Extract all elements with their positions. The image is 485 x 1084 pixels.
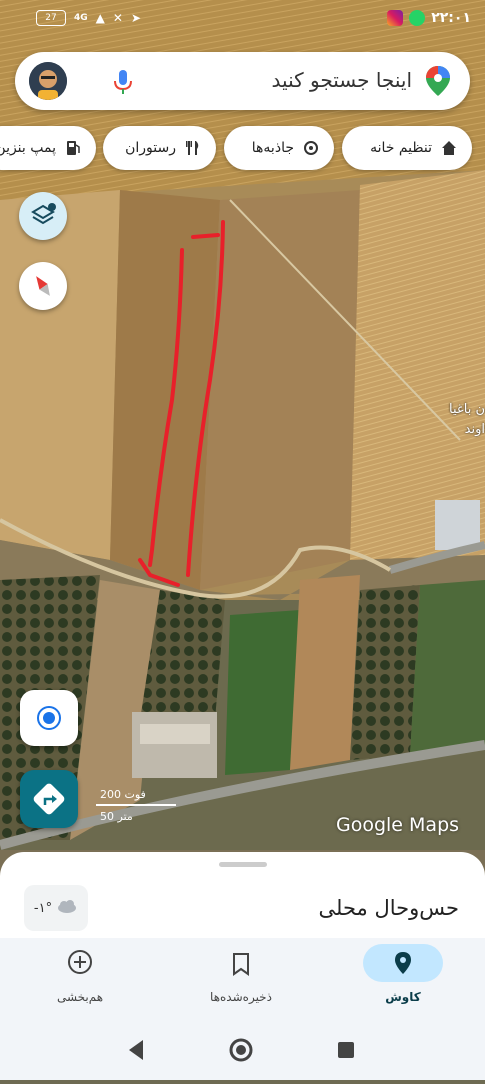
network-indicator: 4G xyxy=(74,13,88,23)
back-icon[interactable] xyxy=(129,1040,143,1060)
search-bar[interactable]: اینجا جستجو کنید xyxy=(15,52,470,110)
my-location-icon xyxy=(37,706,61,730)
chip-gas-station[interactable]: پمپ بنزین xyxy=(0,126,96,170)
nav-active-indicator xyxy=(363,944,443,982)
chip-attractions[interactable]: جاذبه‌ها xyxy=(224,126,334,170)
instagram-icon xyxy=(387,10,404,26)
home-button-icon[interactable] xyxy=(229,1038,253,1062)
place-label-line2: اوند xyxy=(464,422,485,437)
bookmark-icon xyxy=(233,953,249,976)
chip-restaurants[interactable]: رستوران xyxy=(103,126,216,170)
mute-icon: ✕ xyxy=(112,11,123,25)
status-bar: 27 4G ▲ ✕ ➤ ۲۲:۰۱ xyxy=(0,0,485,46)
directions-icon xyxy=(33,783,65,815)
whatsapp-icon xyxy=(409,10,426,26)
bottom-sheet[interactable]: -۱° حس‌وحال محلی xyxy=(0,852,485,938)
compass-button[interactable] xyxy=(19,262,67,310)
nav-icon-wrap xyxy=(201,944,281,982)
scale-ft: 200 فوت xyxy=(100,788,146,801)
restaurant-icon xyxy=(184,139,202,157)
nav-contribute[interactable]: هم‌بخشی xyxy=(0,938,160,1022)
recents-icon[interactable] xyxy=(338,1042,354,1058)
place-label[interactable]: ن باغیا اوند xyxy=(449,400,485,440)
nav-saved[interactable]: ذخیره‌شده‌ها xyxy=(161,938,321,1022)
temperature: -۱° xyxy=(33,900,53,916)
nav-label: کاوش xyxy=(385,990,421,1004)
add-circle-icon xyxy=(68,950,92,974)
mic-icon[interactable] xyxy=(111,68,135,96)
local-vibe-title: حس‌وحال محلی xyxy=(318,896,459,920)
attraction-icon xyxy=(302,139,320,157)
directions-button[interactable] xyxy=(20,770,78,828)
chip-label: رستوران xyxy=(125,140,176,156)
weather-chip[interactable]: -۱° xyxy=(24,885,88,931)
google-maps-pin-icon xyxy=(426,66,450,96)
bottom-navigation: کاوش ذخیره‌شده‌ها هم‌بخشی xyxy=(0,938,485,1022)
nav-icon-wrap xyxy=(40,944,120,982)
cloud-icon xyxy=(56,899,78,917)
chip-label: تنظیم خانه xyxy=(370,140,432,156)
chip-set-home[interactable]: تنظیم خانه xyxy=(342,126,472,170)
location-icon: ➤ xyxy=(130,11,142,25)
battery-icon: 27 xyxy=(36,10,66,26)
explore-pin-icon xyxy=(395,952,411,974)
system-navigation xyxy=(0,1022,485,1080)
scale-line xyxy=(96,804,176,806)
place-label-line1: ن باغیا xyxy=(449,402,485,417)
wifi-icon: ▲ xyxy=(95,11,105,25)
clock: ۲۲:۰۱ xyxy=(431,10,471,26)
layers-icon xyxy=(31,203,56,225)
avatar[interactable] xyxy=(29,62,67,100)
gas-station-icon xyxy=(64,139,82,157)
google-maps-logo: Google Maps xyxy=(336,814,460,836)
chip-label: جاذبه‌ها xyxy=(251,140,294,156)
nav-label: هم‌بخشی xyxy=(56,990,104,1004)
my-location-button[interactable] xyxy=(20,690,78,746)
nav-explore[interactable]: کاوش xyxy=(323,938,483,1022)
search-input[interactable]: اینجا جستجو کنید xyxy=(272,68,412,92)
compass-icon xyxy=(36,276,50,296)
scale-m: 50 متر xyxy=(100,810,133,823)
category-chips: تنظیم خانه جاذبه‌ها رستوران پمپ بنزین xyxy=(0,126,485,170)
drag-handle[interactable] xyxy=(219,862,267,867)
chip-label: پمپ بنزین xyxy=(0,140,56,156)
home-icon xyxy=(440,139,458,157)
layers-button[interactable] xyxy=(19,192,67,240)
nav-label: ذخیره‌شده‌ها xyxy=(210,990,272,1004)
